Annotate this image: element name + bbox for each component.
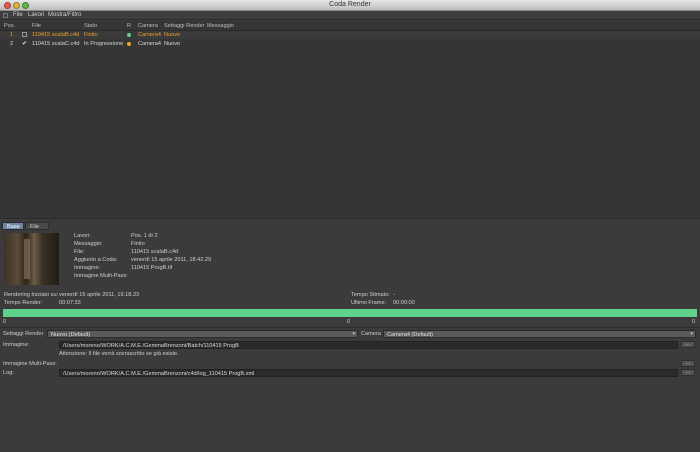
render-progress-bar xyxy=(3,309,697,317)
jobs-table: Pos. File Stato R Camera Settaggi Render… xyxy=(0,21,700,219)
aggiunto-value: venerdì 15 aprile 2011, 18.42.29 xyxy=(131,257,212,263)
log-path-label: Log: xyxy=(3,370,14,376)
render-stats: Rendering Iniziato su: venerdì 15 aprile… xyxy=(0,292,700,308)
col-header-r[interactable]: R xyxy=(127,23,131,29)
file-value: 110415 scalaB.c4d xyxy=(131,249,179,255)
row-pos: 2 xyxy=(10,41,14,47)
lavori-label: Lavori: xyxy=(74,233,91,239)
progress-tick-right: 0 xyxy=(692,319,696,325)
settaggi-render-value: Nuovo (Default) xyxy=(51,332,91,338)
tempo-render-value: 00:07:33 xyxy=(59,300,81,306)
immagine-label: Immagine: xyxy=(74,265,101,271)
menu-bar: File Lavori Mostra/Filtro xyxy=(0,11,700,20)
row-camera: Camera4 xyxy=(138,41,162,47)
row-settaggi: Nuovo xyxy=(164,32,181,38)
menu-mostra-filtro[interactable]: Mostra/Filtro xyxy=(48,12,81,18)
row-camera: Camera4 xyxy=(138,32,162,38)
menu-lavori[interactable]: Lavori xyxy=(28,12,44,18)
rendering-label: Rendering Iniziato su: xyxy=(4,292,59,298)
render-preview-thumbnail xyxy=(4,233,59,285)
divider xyxy=(0,327,700,328)
title-bar: Coda Render xyxy=(0,0,700,11)
progress-tick-left: 0 xyxy=(3,319,7,325)
menu-file[interactable]: File xyxy=(13,12,23,18)
tempo-stimato-label: Tempo Stimato: xyxy=(351,292,390,298)
col-header-settaggi[interactable]: Settaggi Render xyxy=(164,23,204,29)
menu-handle-icon[interactable] xyxy=(3,13,8,18)
tab-base[interactable]: Base xyxy=(2,222,24,230)
file-label: File: xyxy=(74,249,85,255)
overwrite-warning: Attenzione: Il file verrà sovrascritto s… xyxy=(59,351,179,357)
rendering-value: venerdì 15 aprile 2011, 19.18.33 xyxy=(59,292,140,298)
checkmark-icon[interactable]: ✔ xyxy=(22,40,27,47)
status-dot-icon xyxy=(127,33,131,37)
tempo-render-label: Tempo Render: xyxy=(4,300,43,306)
table-row[interactable]: 2 ✔ 110415 scalaC.c4d In Progressione Ca… xyxy=(0,40,700,48)
dropdown-arrow-icon: ▾ xyxy=(352,331,355,337)
row-stato: Finito xyxy=(84,32,98,38)
ultimo-frame-label: Ultimo Frame: xyxy=(351,300,387,306)
col-header-camera[interactable]: Camera xyxy=(138,23,158,29)
multipass-browse-button[interactable]: ... xyxy=(681,360,695,367)
table-row[interactable]: 1 110415 scalaB.c4d Finito Camera4 Nuovo xyxy=(0,31,700,39)
settaggi-render-dropdown[interactable]: Nuovo (Default) ▾ xyxy=(47,330,358,338)
row-stato: In Progressione xyxy=(84,41,124,47)
messaggio-label: Messaggio: xyxy=(74,241,103,247)
progress-tick-mid: 0 xyxy=(347,319,351,325)
status-dot-icon xyxy=(127,42,131,46)
job-details: Lavori: Pos. 1 di 2 Messaggio: Finito Fi… xyxy=(0,230,700,288)
immagine-path-field[interactable]: /Users/moreno/WORK/A.C.M.E./GemmaBrenzon… xyxy=(59,341,678,349)
messaggio-value: Finito xyxy=(131,241,145,247)
progress-fill xyxy=(3,309,697,317)
ultimo-frame-value: 00:00:00 xyxy=(393,300,415,306)
tab-file-log[interactable]: File Log xyxy=(25,222,49,236)
row-pos: 1 xyxy=(10,32,14,38)
col-header-pos[interactable]: Pos. xyxy=(4,23,15,29)
col-header-stato[interactable]: Stato xyxy=(84,23,97,29)
immagine-browse-button[interactable]: ... xyxy=(681,341,695,348)
aggiunto-label: Aggiunto a Coda: xyxy=(74,257,118,263)
dropdown-arrow-icon: ▾ xyxy=(690,331,693,337)
camera-label: Camera xyxy=(361,331,381,337)
log-browse-button[interactable]: ... xyxy=(681,369,695,376)
camera-value: Camera4 (Default) xyxy=(387,332,434,338)
col-header-file[interactable]: File xyxy=(32,23,41,29)
log-path-field[interactable]: /Users/moreno/WORK/A.C.M.E./GemmaBrenzon… xyxy=(59,369,678,377)
tempo-stimato-value: - xyxy=(393,292,395,298)
camera-dropdown[interactable]: Camera4 (Default) ▾ xyxy=(383,330,696,338)
multipass-label: Immagine Multi-Pass: xyxy=(74,273,128,279)
immagine-value: 110415 ProgB.tif xyxy=(131,265,173,271)
row-settaggi: Nuovo xyxy=(164,41,181,47)
render-off-icon[interactable] xyxy=(22,32,27,37)
immagine-path-label: Immagine: xyxy=(3,342,30,348)
col-header-messaggio[interactable]: Messaggio xyxy=(207,23,234,29)
window-title: Coda Render xyxy=(329,1,371,8)
settaggi-render-label: Settaggi Render xyxy=(3,331,44,337)
multipass-path-label: Immagine Multi-Pass: xyxy=(3,361,57,367)
lavori-value: Pos. 1 di 2 xyxy=(131,233,158,239)
row-file: 110415 scalaB.c4d xyxy=(32,32,80,38)
row-file: 110415 scalaC.c4d xyxy=(32,41,80,47)
